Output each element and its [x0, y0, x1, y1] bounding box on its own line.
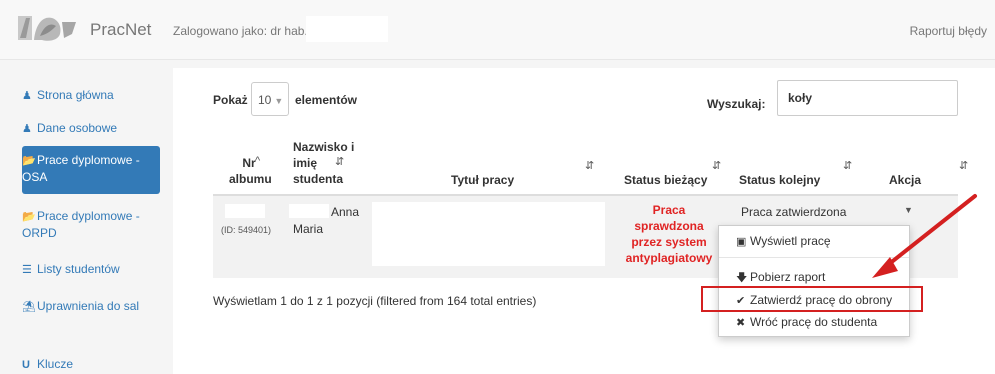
annotation-arrow-icon [872, 194, 977, 278]
